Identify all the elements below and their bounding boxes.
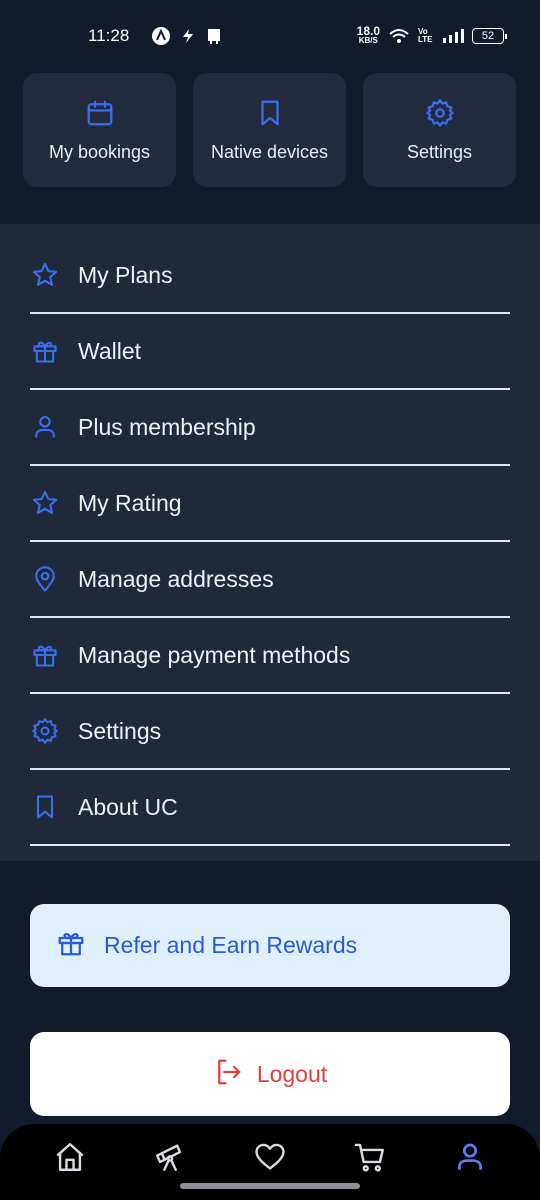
logout-label: Logout (256, 1060, 328, 1087)
status-notification-icons (151, 26, 223, 46)
gear-icon (425, 98, 455, 128)
net-speed: 18.0 KB/S (356, 24, 380, 46)
settings-label: Settings (406, 141, 473, 162)
menu-item-label: About UC (78, 793, 178, 820)
nav-explore[interactable] (145, 1132, 195, 1182)
menu-panel: My Plans Wallet Plus membership My Ratin… (0, 224, 540, 861)
bolt-icon (183, 29, 194, 43)
gift-icon (30, 641, 60, 669)
menu-item-label: Manage addresses (78, 565, 274, 592)
cart-icon (354, 1143, 384, 1172)
nav-favorites[interactable] (245, 1132, 295, 1182)
menu-item-manage-payment-methods[interactable]: Manage payment methods (30, 618, 510, 694)
menu-item-plus-membership[interactable]: Plus membership (30, 390, 510, 466)
settings-card[interactable]: Settings (363, 73, 516, 187)
calendar-icon (85, 98, 115, 128)
gift-icon (56, 928, 86, 963)
refer-earn-button[interactable]: Refer and Earn Rewards (30, 904, 510, 987)
location-pin-icon (30, 565, 60, 593)
menu-item-manage-addresses[interactable]: Manage addresses (30, 542, 510, 618)
battery-indicator: 52 (472, 28, 507, 44)
status-right: 18.0 KB/S Vo LTE 52 (356, 24, 507, 46)
net-speed-value: 18.0 (356, 24, 380, 38)
nav-home[interactable] (45, 1132, 95, 1182)
telescope-icon (156, 1144, 182, 1171)
refer-earn-label: Refer and Earn Rewards (104, 932, 358, 958)
wifi-icon (389, 29, 409, 43)
menu-item-wallet[interactable]: Wallet (30, 314, 510, 390)
native-devices-card[interactable]: Native devices (193, 73, 346, 187)
logout-button[interactable]: Logout (30, 1032, 510, 1116)
menu-item-my-plans[interactable]: My Plans (30, 238, 510, 314)
my-bookings-label: My bookings (48, 141, 151, 162)
star-icon (30, 489, 60, 517)
gift-icon (30, 337, 60, 365)
user-icon (30, 413, 60, 441)
menu-item-label: My Rating (78, 489, 182, 516)
volte-label: Vo LTE (418, 27, 433, 44)
bookmark-icon (30, 793, 60, 821)
menu-item-label: Manage payment methods (78, 641, 351, 668)
logout-icon (213, 1057, 243, 1092)
star-icon (30, 261, 60, 289)
gear-icon (30, 717, 60, 745)
menu-item-label: My Plans (78, 261, 173, 288)
app-notification-icon (152, 27, 171, 45)
bookmark-icon (255, 98, 285, 128)
signal-icon (443, 29, 464, 43)
sim-notification-icon (208, 29, 221, 44)
home-indicator[interactable] (180, 1183, 360, 1189)
my-bookings-card[interactable]: My bookings (23, 73, 176, 187)
status-bar: 11:28 18.0 KB/S Vo LTE 52 (0, 0, 540, 72)
menu-item-settings[interactable]: Settings (30, 694, 510, 770)
user-icon (458, 1143, 482, 1170)
native-devices-label: Native devices (210, 141, 329, 162)
menu-item-label: Wallet (78, 337, 142, 364)
menu-item-about-uc[interactable]: About UC (30, 770, 510, 846)
home-icon (56, 1143, 84, 1171)
heart-icon (255, 1143, 285, 1170)
menu-item-label: Plus membership (78, 413, 256, 440)
menu-item-label: Settings (78, 717, 162, 744)
net-speed-unit: KB/S (358, 36, 378, 45)
quick-actions: My bookings Native devices Settings (23, 73, 517, 187)
menu-item-my-rating[interactable]: My Rating (30, 466, 510, 542)
nav-profile[interactable] (445, 1132, 495, 1182)
nav-cart[interactable] (345, 1132, 395, 1182)
status-time: 11:28 (88, 26, 130, 45)
